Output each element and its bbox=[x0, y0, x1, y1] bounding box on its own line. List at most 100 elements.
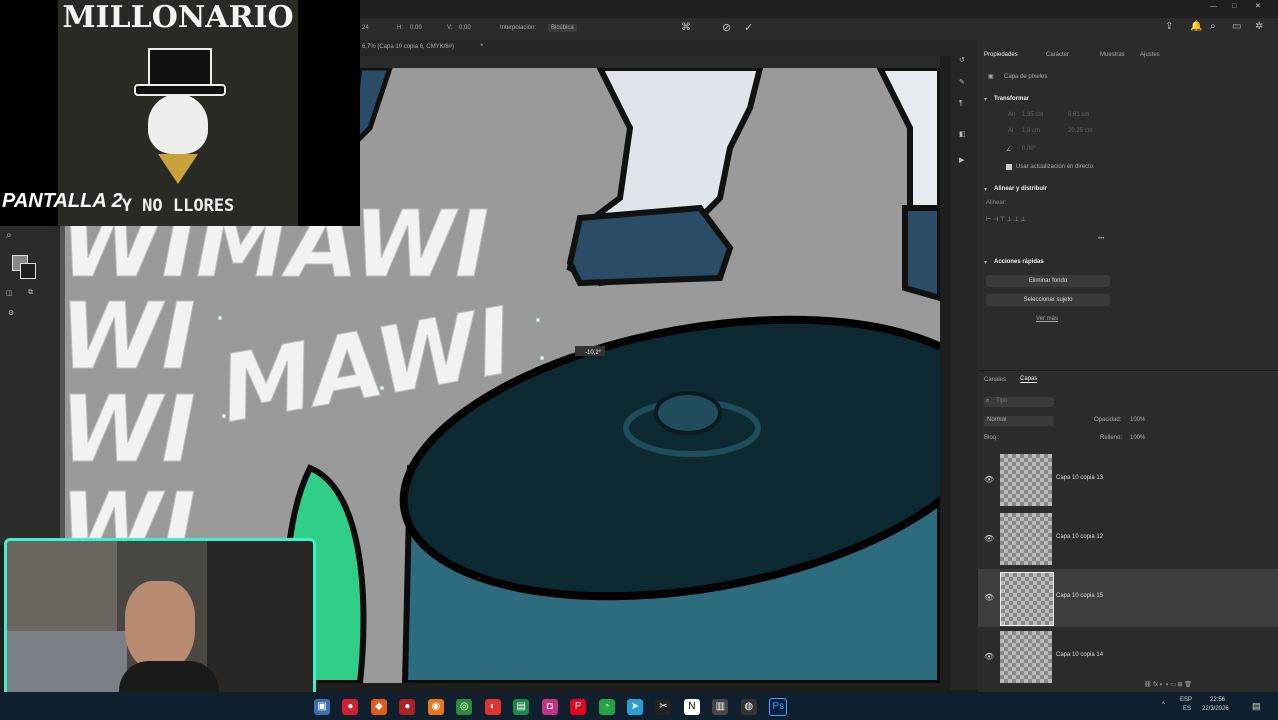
visibility-eye-icon[interactable]: 👁 bbox=[984, 593, 994, 602]
h-value[interactable]: 0,00 bbox=[410, 25, 422, 31]
x-value[interactable]: 6,61 cm bbox=[1068, 112, 1089, 118]
chevron-up-icon[interactable]: ^ bbox=[1162, 702, 1165, 708]
quick-actions-title: Acciones rápidas bbox=[994, 259, 1044, 265]
edit-toolbar-icon[interactable]: ⚙ bbox=[8, 309, 14, 317]
firefox-icon[interactable]: ◉ bbox=[427, 699, 444, 715]
fill-label: Relleno: bbox=[1100, 435, 1123, 441]
layer-filter-placeholder: Tipo bbox=[996, 398, 1008, 404]
app-icon[interactable]: ● bbox=[399, 699, 416, 715]
share-icon[interactable]: ⇪ bbox=[1165, 21, 1173, 32]
visibility-eye-icon[interactable]: 👁 bbox=[984, 475, 994, 484]
tab-character[interactable]: Carácter bbox=[1046, 52, 1069, 58]
brush-settings-icon[interactable]: ✎ bbox=[959, 78, 965, 86]
tab-properties[interactable]: Propiedades bbox=[984, 52, 1018, 58]
tab-adjustments[interactable]: Ajustes bbox=[1140, 52, 1160, 58]
obs-icon[interactable]: ◍ bbox=[740, 699, 757, 715]
close-icon[interactable]: ✕ bbox=[1255, 2, 1261, 10]
transform-handle[interactable] bbox=[217, 315, 223, 321]
layer-footer-icons[interactable]: ⛓ fx ◐ ◑ ▭ ⊞ 🗑 bbox=[1144, 681, 1192, 688]
cancel-icon[interactable]: ⊘ bbox=[722, 21, 731, 34]
an-value[interactable]: 1,35 cm bbox=[1022, 112, 1043, 118]
align-icons[interactable]: ⊢ ⊣ ⊤ ⊥ ⊥ ⊥ bbox=[986, 216, 1026, 223]
transform-handle[interactable] bbox=[539, 355, 545, 361]
notion-icon[interactable]: N bbox=[683, 699, 700, 715]
text-row-3[interactable]: WI bbox=[60, 376, 196, 484]
layer-name: Capa 10 copia 12 bbox=[1056, 534, 1104, 540]
tool-bar: ⌕ ◫ ⧉ ⚙ bbox=[0, 225, 48, 545]
document-tab-row: 6,7% (Capa 10 copia 6, CMYK/8#) × bbox=[360, 40, 950, 56]
bell-icon[interactable]: 🔔 bbox=[1190, 21, 1202, 32]
chevron-down-icon[interactable]: ▾ bbox=[984, 96, 987, 103]
angle-value[interactable]: 0,00° bbox=[1022, 146, 1036, 152]
instagram-icon[interactable]: ◘ bbox=[541, 699, 558, 715]
app-icon[interactable]: ● bbox=[342, 699, 359, 715]
layer-row[interactable]: 👁 Capa 10 copia 14 bbox=[978, 628, 1278, 686]
close-tab-icon[interactable]: × bbox=[480, 43, 484, 49]
notification-icon[interactable]: ▤ bbox=[1252, 701, 1261, 712]
background-color-swatch[interactable] bbox=[20, 263, 36, 279]
document-tab[interactable]: 6,7% (Capa 10 copia 6, CMYK/8#) bbox=[362, 44, 454, 50]
commit-icon[interactable]: ✓ bbox=[744, 21, 753, 34]
pinterest-icon[interactable]: P bbox=[570, 699, 587, 715]
chevron-down-icon[interactable]: ▾ bbox=[984, 186, 987, 193]
screen-mode-icon[interactable]: ⧉ bbox=[28, 289, 33, 297]
layer-row-selected[interactable]: 👁 Capa 10 copia 15 bbox=[978, 569, 1278, 627]
play-icon[interactable]: ▶ bbox=[959, 156, 964, 164]
history-icon[interactable]: ↺ bbox=[959, 56, 965, 64]
maximize-icon[interactable]: □ bbox=[1232, 3, 1236, 10]
tab-layers[interactable]: Capas bbox=[1020, 376, 1038, 383]
visibility-eye-icon[interactable]: 👁 bbox=[984, 534, 994, 543]
opacity-value[interactable]: 100% bbox=[1130, 417, 1145, 423]
clock-time[interactable]: 22:56 bbox=[1210, 697, 1225, 703]
zoom-tool-icon[interactable]: ⌕ bbox=[6, 229, 20, 243]
chevron-down-icon[interactable]: ▾ bbox=[984, 259, 987, 266]
warp-icon[interactable]: ⌘ bbox=[681, 22, 691, 33]
workspace-icon[interactable]: ▭ bbox=[1232, 21, 1241, 32]
blend-mode-select[interactable]: Normal bbox=[984, 416, 1054, 426]
language[interactable]: ESP bbox=[1180, 697, 1192, 703]
layers-panel: Canales Capas ⌕ Tipo Normal Opacidad: 10… bbox=[978, 370, 1278, 693]
gold-beard bbox=[158, 154, 198, 184]
layer-row[interactable]: 👁 Capa 10 copia 13 bbox=[978, 451, 1278, 509]
more-options-icon[interactable]: ••• bbox=[1098, 236, 1104, 242]
chrome-icon[interactable]: ◎ bbox=[456, 699, 473, 715]
al-value[interactable]: 1,8 cm bbox=[1022, 128, 1040, 134]
y-value[interactable]: 20,25 cm bbox=[1068, 128, 1093, 134]
app-icon[interactable]: ◐ bbox=[484, 699, 501, 715]
transform-handle[interactable] bbox=[535, 317, 541, 323]
capcut-icon[interactable]: ✂ bbox=[655, 699, 672, 715]
brave-icon[interactable]: ◆ bbox=[370, 699, 387, 715]
app-icon[interactable]: ▥ bbox=[712, 699, 729, 715]
interp-select[interactable]: Bicúbica bbox=[548, 24, 577, 32]
whatsapp-icon[interactable]: ◔ bbox=[598, 699, 615, 715]
visibility-eye-icon[interactable]: 👁 bbox=[984, 652, 994, 661]
adjust-icon[interactable]: ◧ bbox=[959, 130, 966, 138]
select-subject-button[interactable]: Seleccionar sujeto bbox=[986, 294, 1110, 306]
paragraph-icon[interactable]: ¶ bbox=[959, 100, 963, 107]
panel-icon-strip: ↺ ✎ ¶ ◧ ▶ bbox=[950, 40, 978, 690]
app-icon[interactable]: ▤ bbox=[513, 699, 530, 715]
v-value[interactable]: 0,00 bbox=[459, 25, 471, 31]
transform-handle[interactable] bbox=[221, 413, 227, 419]
remove-background-button[interactable]: Eliminar fondo bbox=[986, 275, 1110, 287]
photoshop-icon[interactable]: Ps bbox=[769, 698, 788, 716]
tab-swatches[interactable]: Muestras bbox=[1100, 52, 1125, 58]
minimize-icon[interactable]: — bbox=[1210, 3, 1217, 10]
telegram-icon[interactable]: ➤ bbox=[626, 699, 643, 715]
layer-filter[interactable]: ⌕ Tipo bbox=[984, 397, 1054, 407]
region: ES bbox=[1183, 706, 1192, 712]
tab-channels[interactable]: Canales bbox=[984, 377, 1006, 383]
properties-panel: Propiedades Carácter Muestras Ajustes ▣ … bbox=[978, 40, 1278, 370]
app-icon[interactable]: ▣ bbox=[314, 699, 330, 715]
transform-handle[interactable] bbox=[379, 385, 385, 391]
text-row-2a[interactable]: WI bbox=[60, 283, 196, 391]
layer-row[interactable]: 👁 Capa 10 copia 12 bbox=[978, 510, 1278, 568]
settings-icon[interactable]: ✲ bbox=[1255, 21, 1263, 32]
quick-mask-icon[interactable]: ◫ bbox=[6, 289, 13, 297]
search-icon[interactable]: ⌕ bbox=[1210, 21, 1216, 32]
see-more-link[interactable]: Ver más bbox=[1036, 316, 1058, 322]
w-value[interactable]: 24 bbox=[362, 25, 369, 31]
live-update-checkbox[interactable] bbox=[1006, 164, 1012, 170]
clock-date[interactable]: 22/3/2026 bbox=[1202, 706, 1229, 712]
fill-value[interactable]: 100% bbox=[1130, 435, 1145, 441]
